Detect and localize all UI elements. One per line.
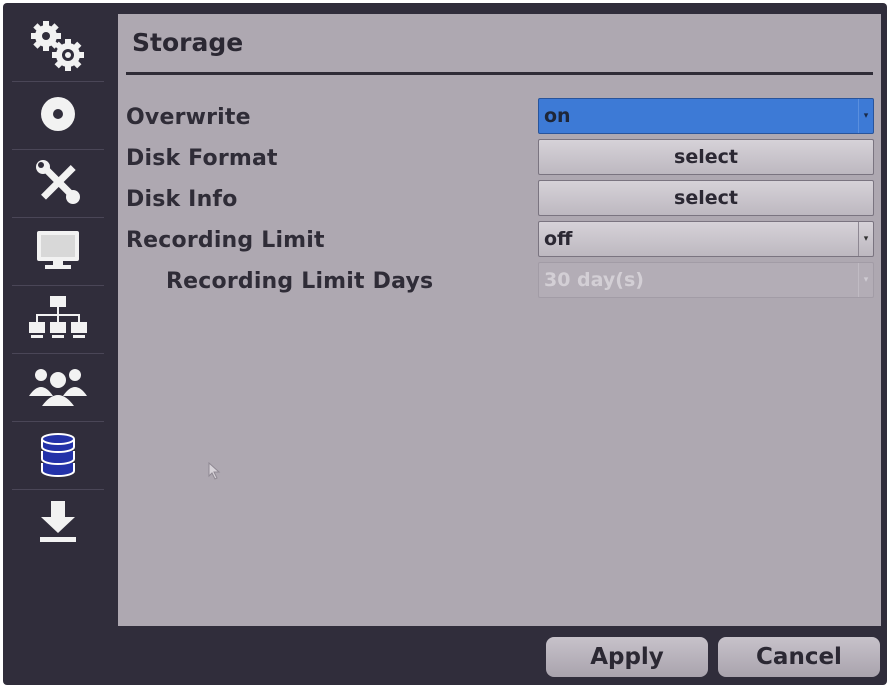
disk-info-button[interactable]: select xyxy=(538,180,874,216)
disk-info-label: Disk Info xyxy=(126,187,238,212)
sidebar xyxy=(6,14,110,562)
disk-format-button[interactable]: select xyxy=(538,139,874,175)
sidebar-item-storage[interactable] xyxy=(6,422,110,490)
monitor-icon xyxy=(33,227,83,277)
sidebar-item-system[interactable] xyxy=(6,14,110,82)
database-icon xyxy=(38,429,78,483)
users-icon xyxy=(27,364,89,412)
recording-limit-days-select[interactable]: 30 day(s) ▾ xyxy=(538,262,874,298)
tools-icon xyxy=(33,157,83,211)
cancel-button[interactable]: Cancel xyxy=(718,637,880,677)
sidebar-item-users[interactable] xyxy=(6,354,110,422)
chevron-down-icon: ▾ xyxy=(858,99,873,133)
download-icon xyxy=(36,499,80,549)
recording-limit-select[interactable]: off ▾ xyxy=(538,221,874,257)
sidebar-item-display[interactable] xyxy=(6,218,110,286)
overwrite-label: Overwrite xyxy=(126,105,251,130)
overwrite-value: on xyxy=(544,105,571,127)
chevron-down-icon: ▾ xyxy=(858,222,873,256)
sidebar-item-tools[interactable] xyxy=(6,150,110,218)
recording-limit-days-label: Recording Limit Days xyxy=(166,269,434,294)
storage-panel: Storage Overwrite on ▾ Disk Format selec… xyxy=(118,14,881,626)
recording-limit-days-value: 30 day(s) xyxy=(544,269,644,291)
disk-format-label: Disk Format xyxy=(126,146,278,171)
apply-button[interactable]: Apply xyxy=(546,637,708,677)
chevron-down-icon: ▾ xyxy=(858,263,873,297)
mouse-pointer-icon xyxy=(208,461,222,484)
recording-limit-label: Recording Limit xyxy=(126,228,325,253)
disc-icon xyxy=(36,92,80,140)
gears-icon xyxy=(28,18,88,78)
network-icon xyxy=(27,294,89,346)
sidebar-item-disc[interactable] xyxy=(6,82,110,150)
page-title: Storage xyxy=(132,28,244,57)
recording-limit-value: off xyxy=(544,228,573,250)
sidebar-item-network[interactable] xyxy=(6,286,110,354)
sidebar-item-update[interactable] xyxy=(6,490,110,558)
overwrite-select[interactable]: on ▾ xyxy=(538,98,874,134)
title-divider xyxy=(126,72,873,75)
